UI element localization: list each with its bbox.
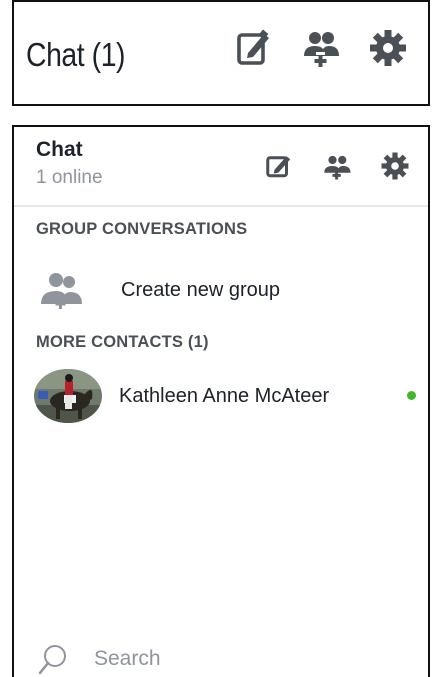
contact-item[interactable]: Kathleen Anne McAteer [34, 367, 418, 425]
create-group-icon [36, 270, 86, 310]
compose-icon[interactable] [264, 151, 294, 181]
gear-icon[interactable] [368, 28, 408, 68]
chat-panel-title: Chat [36, 138, 83, 161]
search-icon [38, 645, 66, 675]
gear-icon[interactable] [380, 151, 410, 181]
chat-bar-title[interactable]: Chat (1) [26, 36, 126, 74]
compose-icon[interactable] [234, 28, 274, 68]
chat-bar-icons [234, 28, 408, 68]
add-people-icon[interactable] [301, 28, 341, 68]
chat-panel-icons [264, 151, 410, 181]
chat-panel-header[interactable]: Chat 1 online [14, 127, 428, 207]
online-status-dot [407, 391, 416, 400]
add-people-icon[interactable] [322, 151, 352, 181]
search-bar[interactable] [38, 641, 408, 677]
online-count: 1 online [36, 167, 103, 188]
group-conversations-heading: GROUP CONVERSATIONS [36, 220, 248, 238]
avatar [34, 369, 102, 423]
chat-bar-collapsed[interactable]: Chat (1) [12, 0, 430, 106]
contact-name: Kathleen Anne McAteer [119, 384, 330, 407]
more-contacts-heading: MORE CONTACTS (1) [36, 333, 209, 351]
chat-panel: Chat 1 online GROUP CONVERSATIONS Create… [12, 125, 430, 677]
search-input[interactable] [92, 646, 376, 672]
create-group-button[interactable]: Create new group [36, 265, 406, 315]
create-group-label: Create new group [121, 278, 280, 301]
